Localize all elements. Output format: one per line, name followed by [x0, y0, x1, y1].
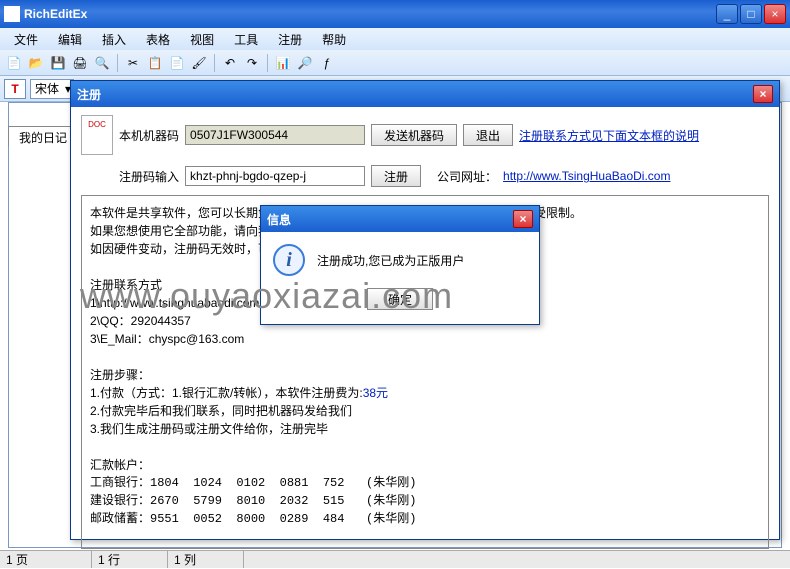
register-form: DOC 本机机器码 发送机器码 退出 注册联系方式见下面文本框的说明 注册码输入… [71, 107, 779, 195]
menu-tools[interactable]: 工具 [226, 29, 266, 50]
site-label: 公司网址： [437, 168, 497, 185]
save-icon[interactable]: 💾 [48, 53, 68, 73]
undo-icon[interactable]: ↶ [220, 53, 240, 73]
menu-table[interactable]: 表格 [138, 29, 178, 50]
ok-button[interactable]: 确定 [367, 288, 433, 310]
chart-icon[interactable]: 📊 [273, 53, 293, 73]
open-icon[interactable]: 📂 [26, 53, 46, 73]
message-title-text: 信息 [267, 211, 291, 228]
print-icon[interactable]: 🖨 [70, 53, 90, 73]
app-icon [4, 6, 20, 22]
window-title: RichEditEx [24, 7, 716, 21]
maximize-button[interactable]: □ [740, 4, 762, 24]
menu-register[interactable]: 注册 [270, 29, 310, 50]
menu-help[interactable]: 帮助 [314, 29, 354, 50]
statusbar: 1 页 1 行 1 列 [0, 550, 790, 568]
font-select[interactable]: 宋体 [30, 79, 74, 99]
preview-icon[interactable]: 🔍 [92, 53, 112, 73]
format-icon[interactable]: 🖌 [189, 53, 209, 73]
doc-icon: DOC [81, 115, 113, 155]
menu-view[interactable]: 视图 [182, 29, 222, 50]
main-titlebar: RichEditEx _ □ × [0, 0, 790, 28]
message-close-button[interactable]: × [513, 210, 533, 228]
regcode-field[interactable] [185, 166, 365, 186]
toolbar: 📄 📂 💾 🖨 🔍 ✂ 📋 📄 🖌 ↶ ↷ 📊 🔎 ƒ [0, 50, 790, 76]
menu-file[interactable]: 文件 [6, 29, 46, 50]
redo-icon[interactable]: ↷ [242, 53, 262, 73]
text-tool-icon[interactable]: T [4, 79, 26, 99]
register-dialog-title: 注册 × [71, 81, 779, 107]
menubar: 文件 编辑 插入 表格 视图 工具 注册 帮助 [0, 28, 790, 50]
info-icon: i [273, 244, 305, 276]
minimize-button[interactable]: _ [716, 4, 738, 24]
status-line: 1 行 [92, 551, 168, 568]
find-icon[interactable]: 🔎 [295, 53, 315, 73]
message-dialog: 信息 × i 注册成功,您已成为正版用户 确定 [260, 205, 540, 325]
register-close-button[interactable]: × [753, 85, 773, 103]
status-page: 1 页 [0, 551, 92, 568]
machine-code-field[interactable] [185, 125, 365, 145]
function-icon[interactable]: ƒ [317, 53, 337, 73]
exit-button[interactable]: 退出 [463, 124, 513, 146]
message-title: 信息 × [261, 206, 539, 232]
paste-icon[interactable]: 📄 [167, 53, 187, 73]
register-hint-link[interactable]: 注册联系方式见下面文本框的说明 [519, 127, 699, 144]
new-icon[interactable]: 📄 [4, 53, 24, 73]
send-machine-code-button[interactable]: 发送机器码 [371, 124, 457, 146]
close-button[interactable]: × [764, 4, 786, 24]
tab-diary[interactable]: 我的日记 [8, 126, 78, 146]
register-title-text: 注册 [77, 86, 101, 103]
regcode-label: 注册码输入 [119, 168, 179, 185]
company-site-link[interactable]: http://www.TsingHuaBaoDi.com [503, 169, 670, 183]
status-col: 1 列 [168, 551, 244, 568]
machine-code-label: 本机机器码 [119, 127, 179, 144]
message-text: 注册成功,您已成为正版用户 [317, 252, 464, 269]
menu-edit[interactable]: 编辑 [50, 29, 90, 50]
register-button[interactable]: 注册 [371, 165, 421, 187]
copy-icon[interactable]: 📋 [145, 53, 165, 73]
cut-icon[interactable]: ✂ [123, 53, 143, 73]
menu-insert[interactable]: 插入 [94, 29, 134, 50]
